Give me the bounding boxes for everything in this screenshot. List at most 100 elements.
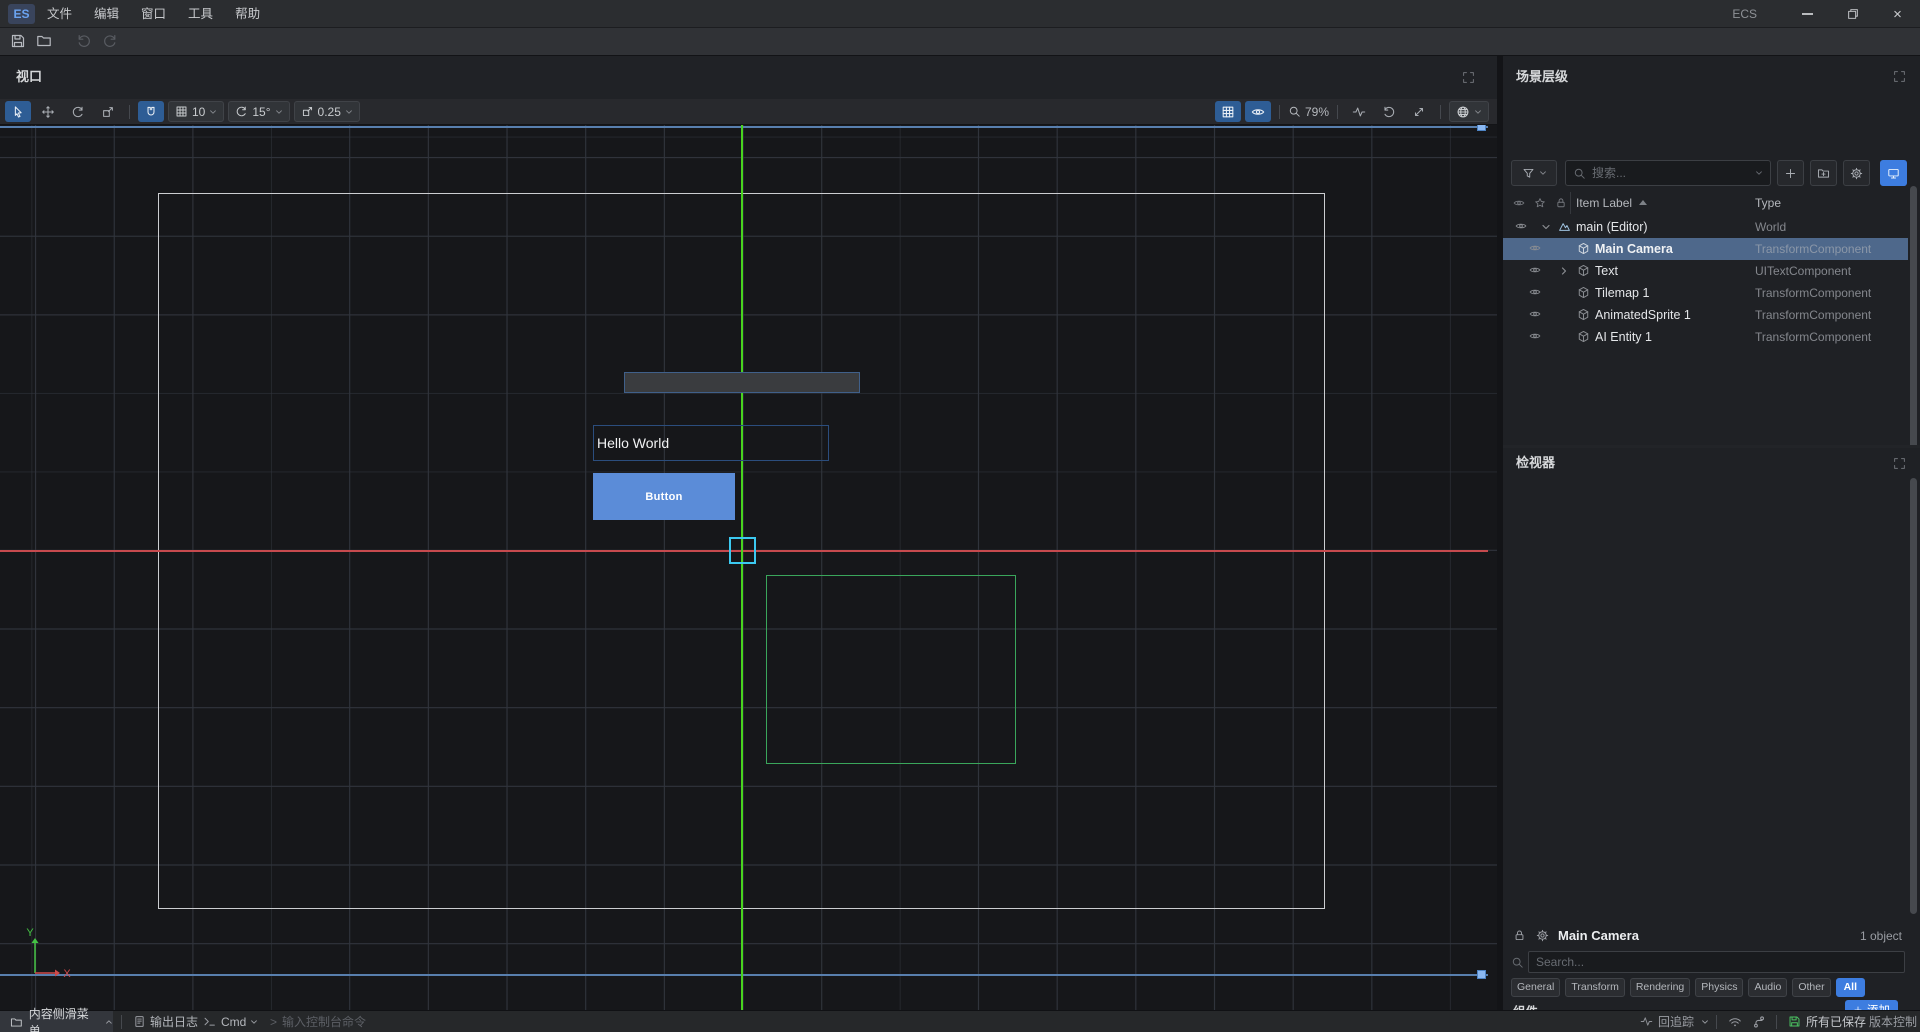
menu-edit[interactable]: 编辑 xyxy=(83,0,130,28)
tilemap-bounds-rect[interactable] xyxy=(766,575,1016,764)
guide-handle[interactable] xyxy=(1477,970,1486,979)
cmd-dropdown[interactable]: Cmd xyxy=(221,1011,246,1032)
grid-snap-dropdown[interactable]: 10 xyxy=(168,101,224,122)
ui-panel-object[interactable] xyxy=(624,372,860,393)
select-tool-button[interactable] xyxy=(5,101,31,122)
world-dropdown[interactable] xyxy=(1449,101,1489,122)
eye-column-icon[interactable] xyxy=(1513,197,1525,209)
eye-icon[interactable] xyxy=(1529,264,1541,276)
column-type[interactable]: Type xyxy=(1755,192,1781,214)
row-label[interactable]: Text xyxy=(1595,260,1618,282)
ui-text-object[interactable]: Hello World xyxy=(593,425,829,461)
branch-icon[interactable] xyxy=(1752,1015,1766,1029)
add-entity-button[interactable] xyxy=(1777,160,1804,186)
eye-icon[interactable] xyxy=(1515,220,1527,232)
app-logo[interactable]: ES xyxy=(8,4,35,24)
tab-physics[interactable]: Physics xyxy=(1695,978,1743,997)
scale-snap-dropdown[interactable]: 0.25 xyxy=(294,101,360,122)
row-label[interactable]: AI Entity 1 xyxy=(1595,326,1652,348)
scale-tool-button[interactable] xyxy=(95,101,121,122)
zoom-control[interactable]: 79% xyxy=(1288,105,1329,119)
editor-view-button[interactable] xyxy=(1880,160,1907,186)
menu-window[interactable]: 窗口 xyxy=(130,0,177,28)
inspector-search-box[interactable] xyxy=(1528,951,1905,973)
maximize-button[interactable] xyxy=(1830,0,1875,28)
eye-icon[interactable] xyxy=(1529,242,1541,254)
row-label[interactable]: main (Editor) xyxy=(1576,216,1648,238)
tab-transform[interactable]: Transform xyxy=(1565,978,1624,997)
viewport-canvas[interactable]: Hello World Button Y X xyxy=(0,125,1497,1010)
open-folder-button[interactable] xyxy=(36,33,52,49)
hierarchy-vertical-scrollbar[interactable] xyxy=(1910,186,1917,445)
hierarchy-expand-icon[interactable] xyxy=(1893,70,1906,83)
visibility-button[interactable] xyxy=(1245,101,1271,122)
hierarchy-settings-button[interactable] xyxy=(1843,160,1870,186)
rotation-snap-dropdown[interactable]: 15° xyxy=(228,101,289,122)
hierarchy-row-ai-entity[interactable]: AI Entity 1 TransformComponent xyxy=(1503,326,1908,348)
console-input-placeholder[interactable]: 输入控制台命令 xyxy=(282,1011,366,1032)
guide-handle[interactable] xyxy=(1477,125,1486,131)
stats-button[interactable] xyxy=(1346,101,1372,122)
ui-button-object[interactable]: Button xyxy=(593,473,735,520)
save-button[interactable] xyxy=(10,33,26,49)
tab-rendering[interactable]: Rendering xyxy=(1630,978,1690,997)
undo-button[interactable] xyxy=(76,33,92,49)
document-icon xyxy=(133,1015,146,1028)
gear-icon[interactable] xyxy=(1536,929,1549,942)
eye-icon[interactable] xyxy=(1529,308,1541,320)
redo-button[interactable] xyxy=(102,33,118,49)
guide-line-bottom[interactable] xyxy=(0,974,1488,976)
hierarchy-row-main-camera[interactable]: Main Camera TransformComponent xyxy=(1503,238,1908,260)
row-label[interactable]: AnimatedSprite 1 xyxy=(1595,304,1691,326)
trace-dropdown[interactable]: 回追踪 xyxy=(1658,1011,1694,1032)
guide-line-top[interactable] xyxy=(0,126,1488,128)
saved-icon xyxy=(1788,1015,1801,1028)
filter-dropdown[interactable] xyxy=(1511,160,1557,186)
pulse-icon xyxy=(1352,105,1366,119)
tab-other[interactable]: Other xyxy=(1792,978,1830,997)
snap-toggle-button[interactable] xyxy=(138,101,164,122)
hierarchy-row-animatedsprite[interactable]: AnimatedSprite 1 TransformComponent xyxy=(1503,304,1908,326)
star-column-icon[interactable] xyxy=(1534,197,1546,209)
viewport-expand-icon[interactable] xyxy=(1462,71,1475,84)
row-label[interactable]: Main Camera xyxy=(1595,238,1673,260)
reset-view-button[interactable] xyxy=(1376,101,1402,122)
minimize-button[interactable] xyxy=(1785,0,1830,28)
hierarchy-row-text[interactable]: Text UITextComponent xyxy=(1503,260,1908,282)
lock-column-icon[interactable] xyxy=(1555,197,1567,209)
add-component-button[interactable]: 添加 xyxy=(1845,1000,1898,1010)
fit-view-button[interactable] xyxy=(1406,101,1432,122)
hierarchy-row-main[interactable]: main (Editor) World xyxy=(1503,216,1908,238)
inspector-search-input[interactable] xyxy=(1536,955,1897,969)
version-control-button[interactable]: 版本控制 xyxy=(1869,1011,1917,1032)
eye-icon[interactable] xyxy=(1529,330,1541,342)
close-button[interactable]: × xyxy=(1875,0,1920,28)
menu-file[interactable]: 文件 xyxy=(36,0,83,28)
wifi-icon[interactable] xyxy=(1728,1015,1742,1029)
inspector-expand-icon[interactable] xyxy=(1893,457,1906,470)
output-log-button[interactable]: 输出日志 xyxy=(150,1011,198,1032)
menu-tools[interactable]: 工具 xyxy=(177,0,224,28)
content-drawer-button[interactable]: 内容侧滑菜单 xyxy=(0,1011,113,1032)
chevron-right-icon[interactable] xyxy=(1559,266,1569,276)
hierarchy-search-box[interactable] xyxy=(1565,160,1771,186)
tab-general[interactable]: General xyxy=(1511,978,1560,997)
selection-gizmo-box[interactable] xyxy=(729,537,756,564)
row-label[interactable]: Tilemap 1 xyxy=(1595,282,1649,304)
lock-icon[interactable] xyxy=(1513,929,1526,942)
new-folder-button[interactable] xyxy=(1810,160,1837,186)
rotate-tool-button[interactable] xyxy=(65,101,91,122)
menu-help[interactable]: 帮助 xyxy=(224,0,271,28)
tab-audio[interactable]: Audio xyxy=(1748,978,1787,997)
show-grid-button[interactable] xyxy=(1215,101,1241,122)
eye-icon[interactable] xyxy=(1529,286,1541,298)
hierarchy-row-tilemap[interactable]: Tilemap 1 TransformComponent xyxy=(1503,282,1908,304)
inspector-vertical-scrollbar[interactable] xyxy=(1910,478,1917,914)
column-item-label[interactable]: Item Label xyxy=(1576,192,1632,214)
hierarchy-search-input[interactable] xyxy=(1592,166,1749,180)
world-icon xyxy=(1558,220,1571,233)
tool-separator xyxy=(1440,105,1441,119)
move-tool-button[interactable] xyxy=(35,101,61,122)
chevron-down-icon[interactable] xyxy=(1541,222,1551,232)
tab-all[interactable]: All xyxy=(1836,978,1865,997)
